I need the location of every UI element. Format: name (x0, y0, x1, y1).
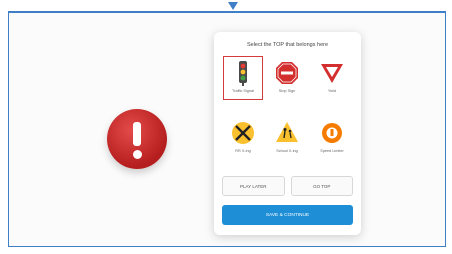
go-top-button[interactable]: GO TOP (290, 176, 353, 196)
option-stop-sign[interactable]: Stop Sign (264, 54, 310, 100)
option-speed-limiter[interactable]: Speed Limiter (309, 114, 355, 160)
yield-sign-icon (320, 60, 344, 86)
option-label: Speed Limiter (320, 149, 344, 153)
exclamation-icon (107, 109, 167, 169)
selection-outline (223, 56, 263, 100)
exclamation-bar (133, 122, 141, 146)
speed-sign-icon (321, 120, 343, 146)
option-school-crossing[interactable]: School X-ing (264, 114, 310, 160)
option-yield[interactable]: Yield (309, 54, 355, 100)
exclamation-dot (132, 150, 142, 159)
option-label: Yield (327, 89, 337, 93)
railroad-crossing-icon (231, 120, 255, 146)
frame-pointer (228, 2, 238, 10)
option-label: Stop Sign (278, 89, 296, 93)
option-label: School X-ing (276, 149, 298, 153)
save-continue-button[interactable]: SAVE & CONTINUE (222, 205, 353, 225)
option-label: RR X-ing (235, 149, 251, 153)
prompt-text: Select the TOP that belongs here (246, 42, 329, 48)
selection-card: Select the TOP that belongs here Traffic… (214, 32, 361, 235)
secondary-button-row: PLAY LATER GO TOP (222, 176, 353, 196)
school-crossing-icon (275, 120, 299, 146)
stop-sign-icon (275, 60, 299, 86)
play-later-button[interactable]: PLAY LATER (222, 176, 285, 196)
option-railroad-crossing[interactable]: RR X-ing (220, 114, 266, 160)
option-traffic-signal[interactable]: Traffic Signal (220, 54, 266, 100)
